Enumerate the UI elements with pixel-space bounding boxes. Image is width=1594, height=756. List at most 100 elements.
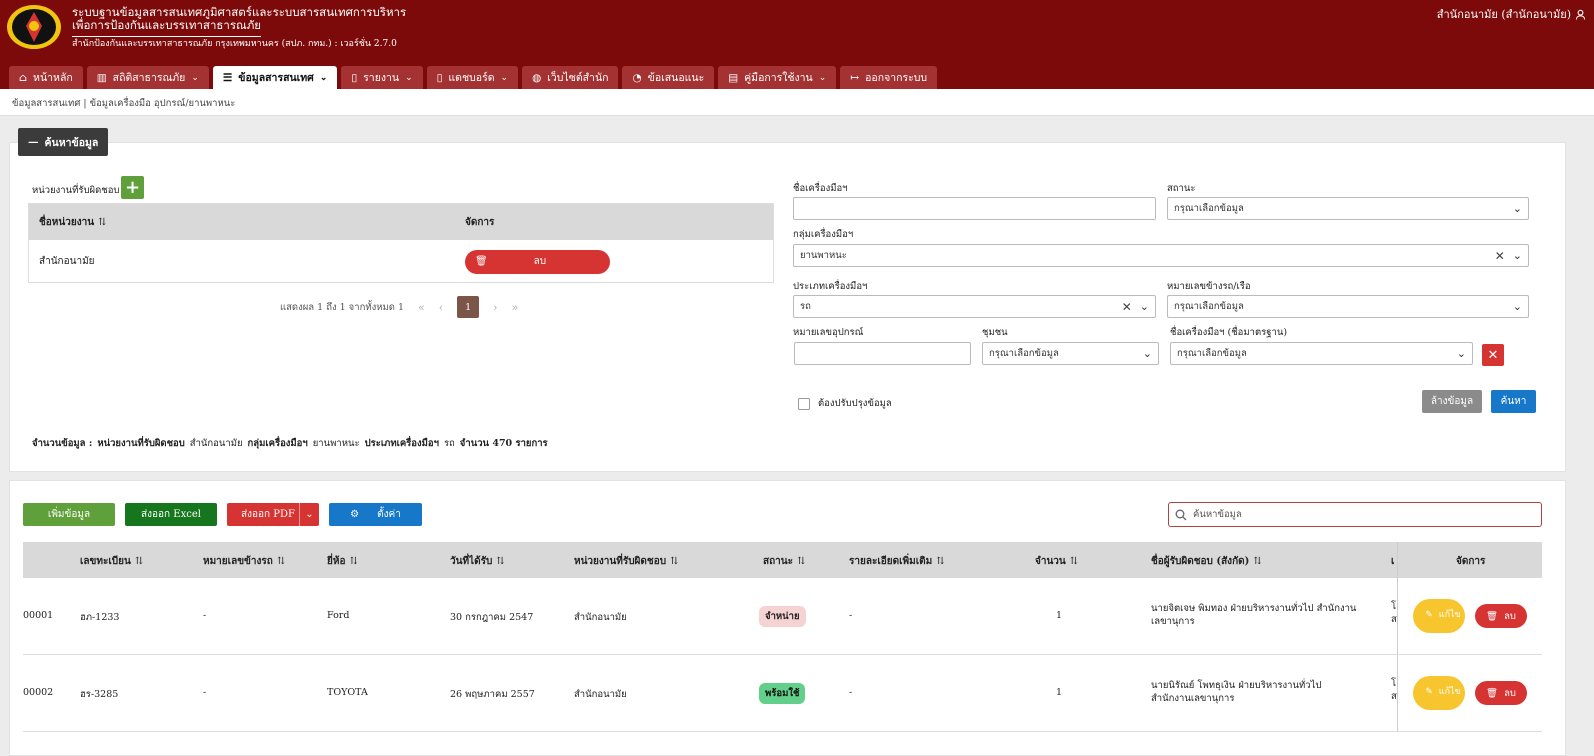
- settings-button[interactable]: ⚙ ตั้งค่า: [329, 503, 422, 526]
- chart-icon: ▥: [96, 71, 107, 84]
- clear-button[interactable]: ล้างข้อมูล: [1422, 390, 1482, 413]
- user-icon: [1575, 9, 1586, 20]
- qty-cell: 1: [1056, 610, 1063, 621]
- tab-statistics[interactable]: ▥ สถิติสาธารณภัย ⌄: [86, 66, 209, 89]
- add-button[interactable]: เพิ่มข้อมูล: [23, 503, 115, 526]
- tab-manual[interactable]: ▤ คู่มือการใช้งาน ⌄: [718, 66, 837, 89]
- document-icon: ▯: [436, 71, 443, 84]
- details-cell: -: [849, 687, 853, 698]
- search-toggle-button[interactable]: — ค้นหาข้อมูล: [18, 128, 109, 156]
- owner-cell: นายจิตเจษ พิมทอง ฝ่ายบริหารงานทั่วไป สำน…: [1151, 603, 1357, 627]
- plus-icon: +: [124, 176, 141, 198]
- col-brand[interactable]: ยี่ห้อ ⇅: [327, 554, 358, 569]
- checkbox-box[interactable]: [798, 397, 810, 410]
- col-qty[interactable]: จำนวน ⇅: [1035, 554, 1078, 569]
- unit-label: หน่วยงานที่รับผิดชอบ: [32, 185, 120, 196]
- page-first-button[interactable]: «: [418, 301, 425, 314]
- clear-icon[interactable]: ✕: [1122, 300, 1132, 314]
- col-owner[interactable]: ชื่อผู้รับผิดชอบ (สังกัด) ⇅: [1151, 554, 1262, 569]
- delete-button[interactable]: 🗑 ลบ: [1475, 604, 1527, 628]
- delete-button[interactable]: 🗑 ลบ: [1475, 681, 1527, 705]
- col-side-no[interactable]: หมายเลขข้างรถ ⇅: [203, 554, 285, 569]
- search-button[interactable]: ค้นหา: [1491, 390, 1536, 413]
- edit-button[interactable]: ✎ แก้ไข: [1413, 676, 1465, 710]
- gear-icon: ⚙: [350, 509, 360, 520]
- tool-name-input[interactable]: [793, 197, 1156, 220]
- row-actions: ✎ แก้ไข 🗑 ลบ: [1397, 655, 1542, 732]
- status-badge: จำหน่าย: [759, 606, 806, 627]
- table-row: 00002 ฮร-3285 - TOYOTA 26 พฤษภาคม 2557 ส…: [23, 655, 1542, 732]
- list-icon: ☰: [222, 71, 233, 84]
- std-name-label: ชื่อเครื่องมือฯ (ชื่อมาตรฐาน): [1170, 327, 1288, 338]
- group-label: กลุ่มเครื่องมือฯ: [793, 229, 854, 240]
- book-icon: ▤: [728, 71, 739, 84]
- brand-cell: TOYOTA: [327, 687, 368, 698]
- qty-cell: 1: [1056, 687, 1063, 698]
- page-prev-button[interactable]: ‹: [439, 301, 443, 314]
- edit-button[interactable]: ✎ แก้ไข: [1413, 599, 1465, 633]
- col-details[interactable]: รายละเอียดเพิ่มเติม ⇅: [849, 554, 945, 569]
- page-last-button[interactable]: »: [512, 301, 519, 314]
- home-icon: ⌂: [19, 71, 28, 84]
- page-current-button[interactable]: 1: [457, 296, 480, 318]
- col-next[interactable]: เ: [1391, 554, 1394, 569]
- export-pdf-button[interactable]: ส่งออก PDF ⌄: [227, 503, 319, 526]
- received-cell: 26 พฤษภาคม 2557: [450, 689, 535, 700]
- tab-information[interactable]: ☰ ข้อมูลสารสนเทศ ⌄: [212, 66, 338, 89]
- export-excel-button[interactable]: ส่งออก Excel: [125, 503, 217, 526]
- remove-field-button[interactable]: ✕: [1482, 344, 1504, 366]
- community-select[interactable]: กรุณาเลือกข้อมูล ⌄: [982, 342, 1159, 365]
- pagination-info: แสดงผล 1 ถึง 1 จากทั้งหมด 1: [280, 301, 404, 313]
- equip-no-input[interactable]: [794, 342, 971, 365]
- col-unit[interactable]: หน่วยงานที่รับผิดชอบ ⇅: [574, 554, 678, 569]
- std-name-select[interactable]: กรุณาเลือกข้อมูล ⌄: [1170, 342, 1473, 365]
- unit-table: ชื่อหน่วยงาน ⇅ จัดการ สำนักอนามัย 🗑 ลบ: [28, 203, 774, 283]
- tab-website[interactable]: ◍ เว็บไซต์สำนัก: [522, 66, 619, 89]
- table-header: ชื่อหน่วยงาน ⇅ จัดการ: [29, 204, 773, 240]
- status-select[interactable]: กรุณาเลือกข้อมูล ⌄: [1167, 197, 1529, 220]
- chevron-down-icon[interactable]: ⌄: [299, 503, 319, 526]
- comment-icon: ◔: [632, 71, 642, 84]
- plate-label: หมายเลขข้างรถ/เรือ: [1167, 281, 1251, 292]
- chevron-down-icon: ⌄: [1142, 347, 1152, 360]
- col-unit-name[interactable]: ชื่อหน่วยงาน ⇅: [29, 215, 465, 230]
- table-row: สำนักอนามัย 🗑 ลบ: [29, 240, 773, 283]
- tab-home[interactable]: ⌂ หน้าหลัก: [9, 66, 83, 89]
- type-label: ประเภทเครื่องมือฯ: [793, 281, 868, 292]
- unit-name-cell: สำนักอนามัย: [39, 256, 95, 267]
- tab-feedback[interactable]: ◔ ข้อเสนอแนะ: [622, 66, 715, 89]
- equip-no-label: หมายเลขอุปกรณ์: [793, 327, 864, 338]
- top-header: ระบบฐานข้อมูลสารสนเทศภูมิศาสตร์และระบบสา…: [0, 0, 1594, 89]
- status-badge: พร้อมใช้: [759, 683, 806, 704]
- delete-unit-button[interactable]: 🗑 ลบ: [465, 249, 610, 274]
- needs-update-checkbox[interactable]: ต้องปรับปรุงข้อมูล: [798, 396, 892, 411]
- chevron-down-icon: ⌄: [319, 72, 328, 83]
- user-menu[interactable]: สำนักอนามัย (สำนักอนามัย): [1437, 5, 1586, 23]
- owner-cell: นายนิรัณย์ โพทธุเงิน ฝ่ายบริหารงานทั่วไป…: [1151, 680, 1322, 704]
- globe-icon: ◍: [532, 71, 542, 84]
- side-no-cell: -: [203, 610, 207, 621]
- tab-logout[interactable]: ↦ ออกจากระบบ: [840, 66, 938, 89]
- group-select[interactable]: ยานพาหนะ ✕ ⌄: [793, 244, 1529, 267]
- col-reg-no[interactable]: เลขทะเบียน ⇅: [80, 554, 143, 569]
- details-cell: -: [849, 610, 853, 621]
- chevron-down-icon: ⌄: [191, 72, 199, 83]
- data-table-header: เลขทะเบียน ⇅ หมายเลขข้างรถ ⇅ ยี่ห้อ ⇅ วันที…: [23, 542, 1542, 578]
- user-name: สำนักอนามัย (สำนักอนามัย): [1436, 8, 1571, 21]
- tab-reports[interactable]: ▯ รายงาน ⌄: [341, 66, 423, 89]
- col-received[interactable]: วันที่ได้รับ ⇅: [450, 554, 505, 569]
- col-action: จัดการ: [465, 216, 495, 228]
- table-search-input[interactable]: ค้นหาข้อมูล: [1168, 502, 1542, 527]
- page-next-button[interactable]: ›: [493, 301, 497, 314]
- plate-select[interactable]: กรุณาเลือกข้อมูล ⌄: [1167, 295, 1529, 318]
- col-status[interactable]: สถานะ ⇅: [763, 554, 805, 569]
- chevron-down-icon: ⌄: [500, 72, 509, 83]
- chevron-down-icon: ⌄: [1512, 249, 1522, 262]
- next-cell-2: ส: [1391, 614, 1397, 625]
- type-select[interactable]: รถ ✕ ⌄: [793, 295, 1156, 318]
- clear-icon[interactable]: ✕: [1495, 249, 1505, 263]
- tab-dashboard[interactable]: ▯ แดชบอร์ด ⌄: [426, 66, 519, 89]
- pencil-icon: ✎: [1425, 610, 1433, 621]
- add-unit-button[interactable]: +: [121, 176, 144, 199]
- trash-icon: 🗑: [1486, 610, 1499, 622]
